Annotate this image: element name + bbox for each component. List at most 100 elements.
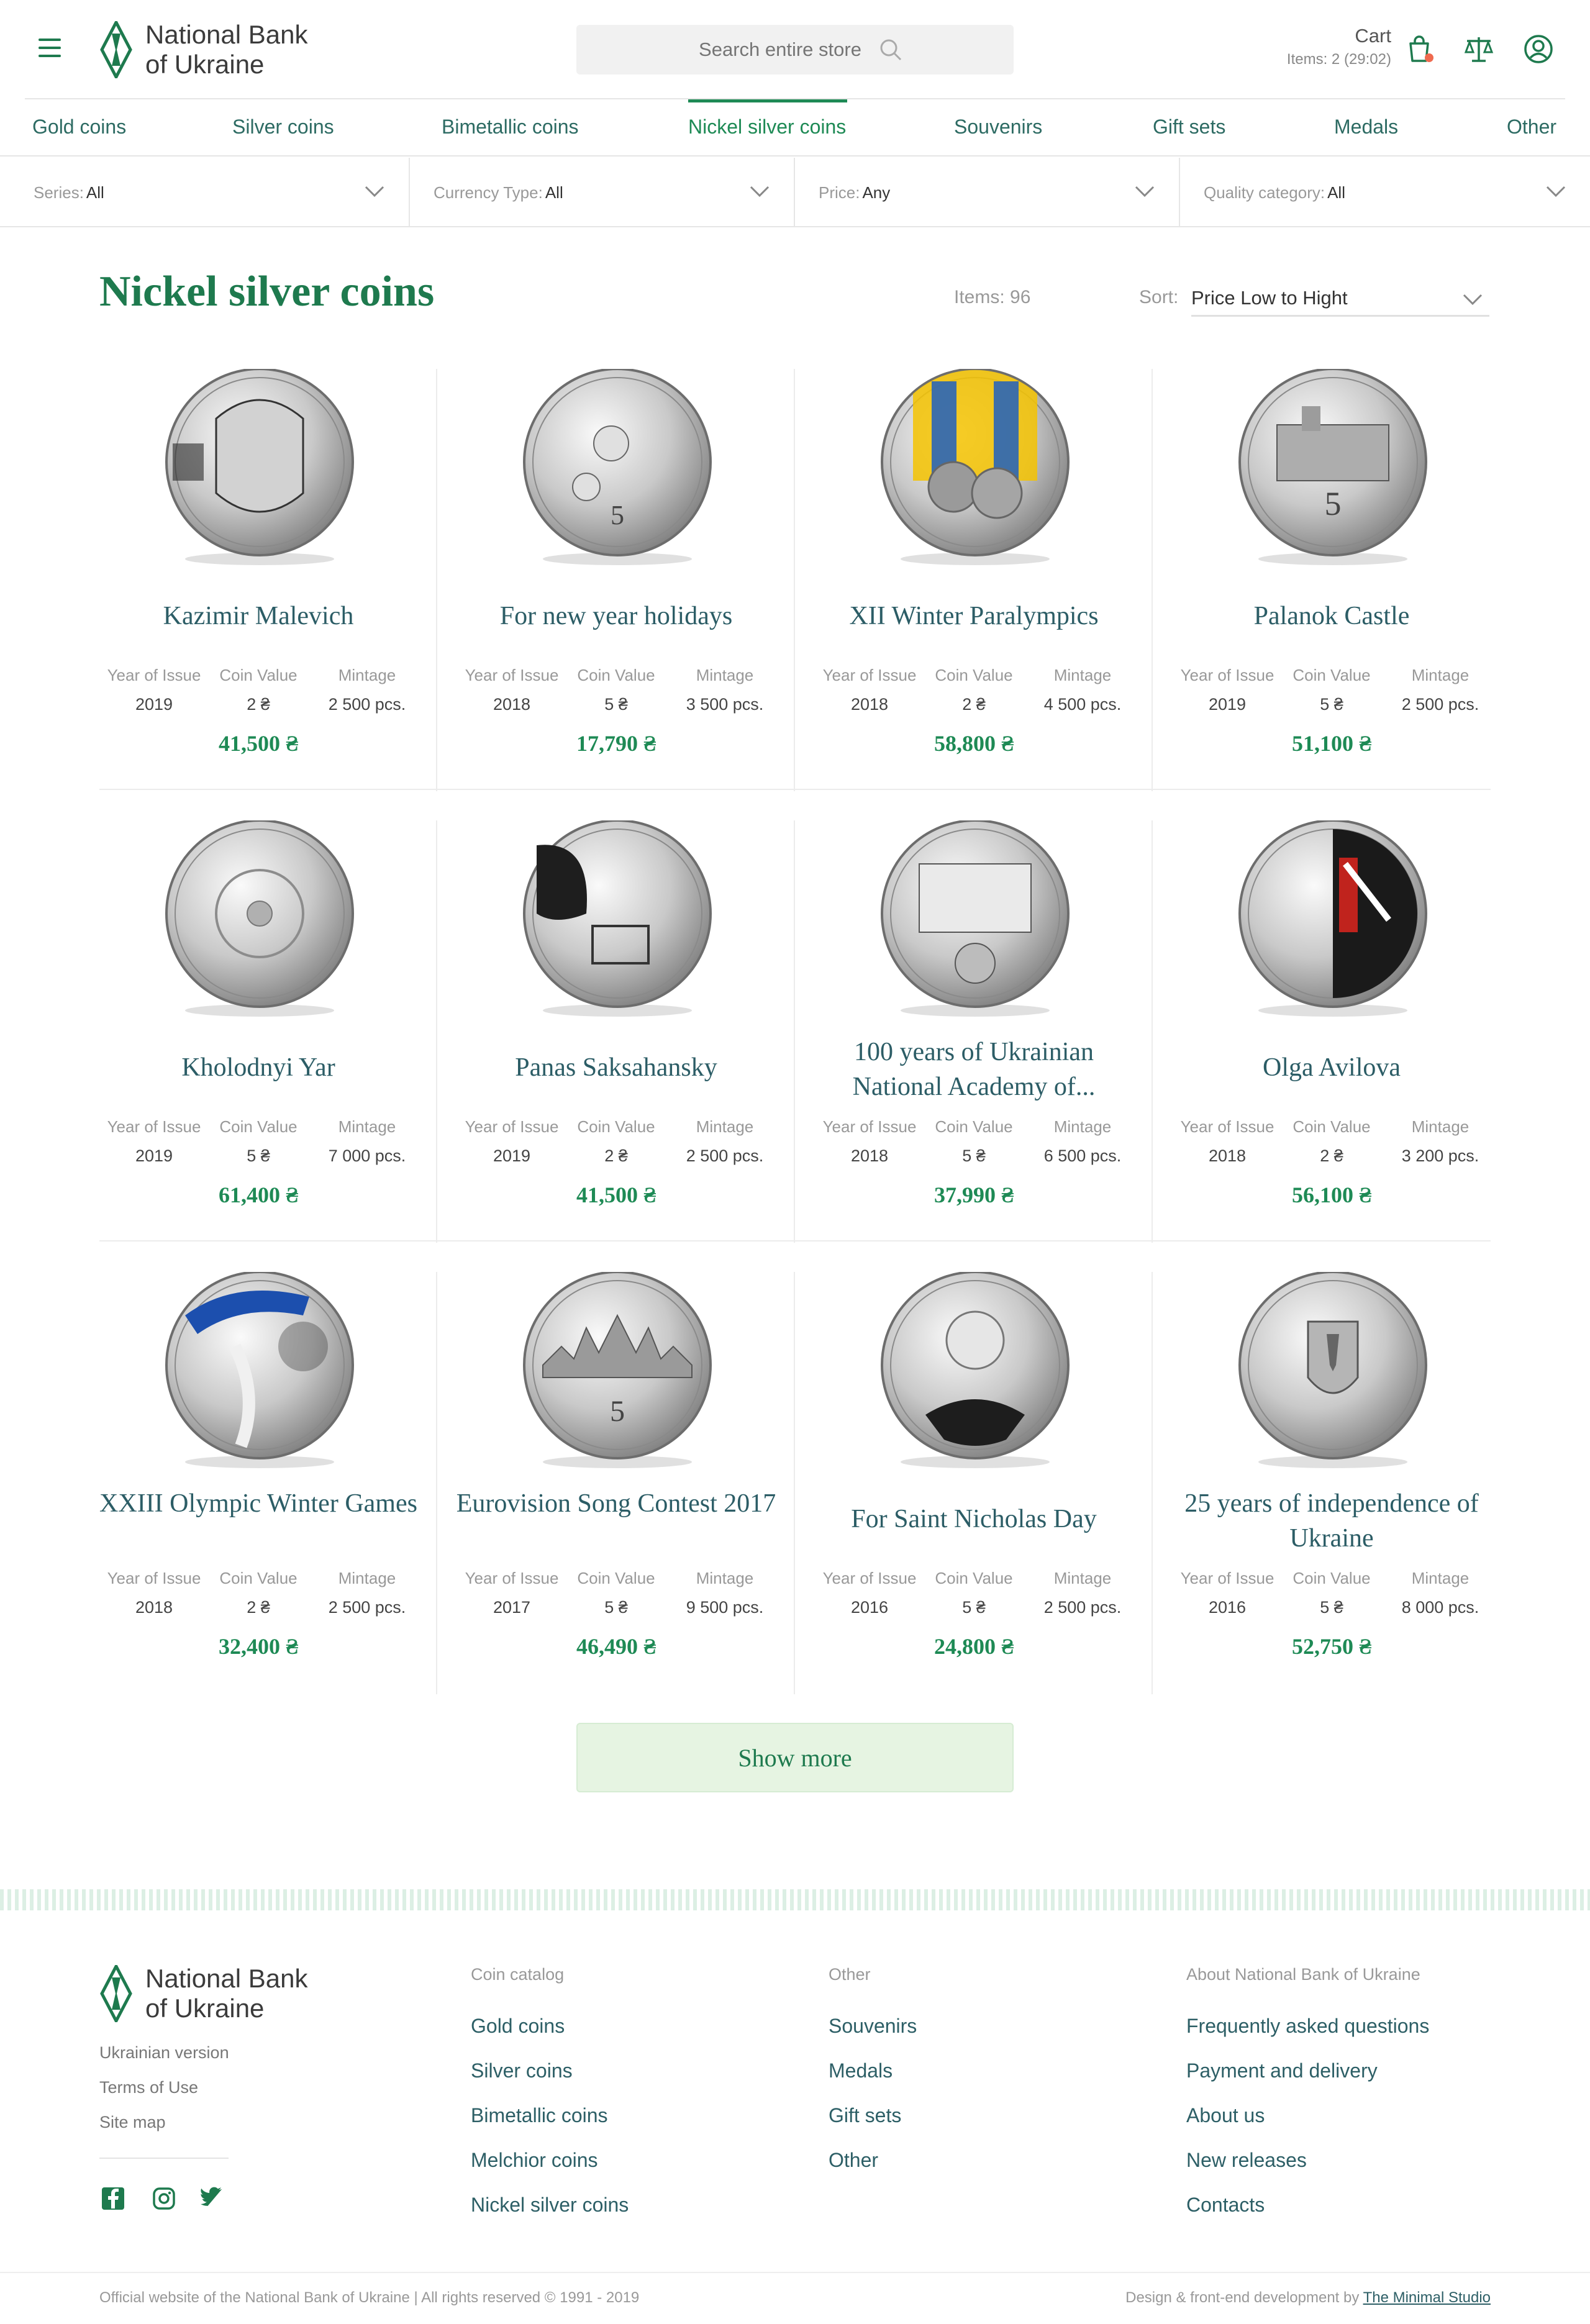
grid-column-divider xyxy=(794,369,795,791)
product-name[interactable]: Olga Avilova xyxy=(1165,1050,1498,1085)
footer-link-silver-coins[interactable]: Silver coins xyxy=(471,2059,573,2082)
footer-link-other[interactable]: Other xyxy=(829,2149,878,2172)
logo[interactable]: National Bank of Ukraine xyxy=(99,20,308,79)
site-map-link[interactable]: Site map xyxy=(99,2113,166,2132)
product-card[interactable]: Panas Saksahansky Year of Issue 2019 Coin V… xyxy=(437,819,795,1272)
product-price: 41,500 ₴ xyxy=(218,731,299,756)
search-icon[interactable] xyxy=(878,37,903,62)
coin-image[interactable] xyxy=(518,819,717,1019)
coin-image[interactable] xyxy=(160,1271,359,1471)
coin-image[interactable] xyxy=(876,819,1074,1019)
footer-link-new-releases[interactable]: New releases xyxy=(1186,2149,1307,2172)
product-name[interactable]: For Saint Nicholas Day xyxy=(807,1502,1140,1536)
account-icon[interactable] xyxy=(1522,32,1555,66)
product-name[interactable]: 100 years of Ukrainian National Academy … xyxy=(807,1035,1140,1104)
currency-type-filter[interactable]: Currency Type: All xyxy=(410,158,795,227)
cart-icon[interactable] xyxy=(1402,32,1436,66)
footer-logo[interactable]: National Bank of Ukraine xyxy=(99,1964,308,2023)
series-filter[interactable]: Series: All xyxy=(0,158,410,227)
product-card[interactable]: XII Winter Paralympics Year of Issue 2018 C… xyxy=(795,368,1153,820)
meta-value: Coin Value 2 ₴ xyxy=(1281,1117,1383,1166)
product-card[interactable]: 5 Palanok Castle Year of Issue 2019 Coin Val… xyxy=(1153,368,1510,820)
grid-row-divider xyxy=(99,789,1491,790)
product-name[interactable]: Eurovision Song Contest 2017 xyxy=(450,1486,783,1521)
product-name[interactable]: For new year holidays xyxy=(450,599,783,633)
footer-link-nickel-silver-coins[interactable]: Nickel silver coins xyxy=(471,2194,629,2217)
coin-image[interactable]: 5 xyxy=(518,368,717,568)
show-more-button[interactable]: Show more xyxy=(576,1723,1014,1792)
tab-other[interactable]: Other xyxy=(1507,116,1556,138)
footer-link-bimetallic-coins[interactable]: Bimetallic coins xyxy=(471,2104,608,2127)
product-name[interactable]: Kazimir Malevich xyxy=(92,599,425,633)
search-input[interactable] xyxy=(687,39,873,61)
tab-bimetallic-coins[interactable]: Bimetallic coins xyxy=(442,116,579,138)
tab-gold-coins[interactable]: Gold coins xyxy=(32,116,126,138)
meta-label: Year of Issue xyxy=(107,1117,201,1136)
footer-link-payment-delivery[interactable]: Payment and delivery xyxy=(1186,2059,1378,2082)
meta-value: Coin Value 5 ₴ xyxy=(1281,1569,1383,1617)
tab-gift-sets[interactable]: Gift sets xyxy=(1153,116,1225,138)
terms-of-use-link[interactable]: Terms of Use xyxy=(99,2078,198,2097)
product-name[interactable]: Palanok Castle xyxy=(1165,599,1498,633)
coin-image[interactable]: 5 xyxy=(1233,368,1432,568)
tab-souvenirs[interactable]: Souvenirs xyxy=(954,116,1042,138)
chevron-down-icon xyxy=(1546,186,1566,197)
product-name[interactable]: Kholodnyi Yar xyxy=(92,1050,425,1085)
filter-label: Series: xyxy=(34,183,84,202)
footer-link-faq[interactable]: Frequently asked questions xyxy=(1186,2015,1429,2038)
facebook-icon[interactable] xyxy=(101,2186,125,2211)
product-card[interactable]: For Saint Nicholas Day Year of Issue 2016 C… xyxy=(795,1271,1153,1723)
coin-image[interactable]: 5 xyxy=(518,1271,717,1471)
cart-summary[interactable]: Cart Items: 2 (29:02) xyxy=(1267,25,1391,68)
compare-icon[interactable] xyxy=(1462,32,1496,66)
search-bar[interactable] xyxy=(576,25,1014,75)
grid-column-divider xyxy=(1152,369,1153,791)
footer-link-medals[interactable]: Medals xyxy=(829,2059,893,2082)
footer-link-gift-sets[interactable]: Gift sets xyxy=(829,2104,901,2127)
tab-medals[interactable]: Medals xyxy=(1334,116,1398,138)
chevron-down-icon xyxy=(1463,294,1483,306)
product-card[interactable]: 100 years of Ukrainian National Academy … xyxy=(795,819,1153,1272)
footer-link-souvenirs[interactable]: Souvenirs xyxy=(829,2015,917,2038)
twitter-icon[interactable] xyxy=(200,2186,225,2211)
sort-label: Sort: xyxy=(1139,287,1179,307)
meta-value: 5 ₴ xyxy=(604,695,628,714)
quality-category-filter[interactable]: Quality category: All xyxy=(1180,158,1590,227)
cart-label[interactable]: Cart xyxy=(1267,25,1391,47)
tab-nickel-silver-coins[interactable]: Nickel silver coins xyxy=(688,116,846,138)
sort-dropdown[interactable]: Price Low to Hight xyxy=(1191,278,1489,317)
menu-icon[interactable] xyxy=(39,39,61,57)
product-card[interactable]: 5 Eurovision Song Contest 2017 Year of Iss… xyxy=(437,1271,795,1723)
product-card[interactable]: 25 years of independence of Ukraine Year … xyxy=(1153,1271,1510,1723)
meta-value: Coin Value 2 ₴ xyxy=(565,1117,667,1166)
footer-link-gold-coins[interactable]: Gold coins xyxy=(471,2015,565,2038)
product-card[interactable]: Kazimir Malevich Year of Issue 2019 Coin Va… xyxy=(80,368,437,820)
meta-value: 2 500 pcs. xyxy=(328,1598,406,1617)
product-name[interactable]: 25 years of independence of Ukraine xyxy=(1165,1486,1498,1556)
studio-link[interactable]: The Minimal Studio xyxy=(1363,2289,1491,2306)
ukrainian-version-link[interactable]: Ukrainian version xyxy=(99,2043,229,2063)
coin-image[interactable] xyxy=(876,1271,1074,1471)
footer-link-contacts[interactable]: Contacts xyxy=(1186,2194,1265,2217)
footer-link-melchior-coins[interactable]: Melchior coins xyxy=(471,2149,598,2172)
footer-link-about-us[interactable]: About us xyxy=(1186,2104,1265,2127)
product-name[interactable]: XXIII Olympic Winter Games xyxy=(92,1486,425,1521)
coin-image[interactable] xyxy=(1233,819,1432,1019)
coin-image[interactable] xyxy=(160,819,359,1019)
product-card[interactable]: Kholodnyi Yar Year of Issue 2019 Coin Value… xyxy=(80,819,437,1272)
tab-silver-coins[interactable]: Silver coins xyxy=(232,116,334,138)
meta-label: Year of Issue xyxy=(465,1569,559,1587)
product-name[interactable]: XII Winter Paralympics xyxy=(807,599,1140,633)
product-name[interactable]: Panas Saksahansky xyxy=(450,1050,783,1085)
coin-image[interactable] xyxy=(876,368,1074,568)
product-card[interactable]: Olga Avilova Year of Issue 2018 Coin Value 2… xyxy=(1153,819,1510,1272)
product-card[interactable]: XXIII Olympic Winter Games Year of Issue 2… xyxy=(80,1271,437,1723)
price-filter[interactable]: Price: Any xyxy=(795,158,1180,227)
product-card[interactable]: 5 For new year holidays Year of Issue 2018 C… xyxy=(437,368,795,820)
instagram-icon[interactable] xyxy=(152,2186,176,2211)
coin-image[interactable] xyxy=(160,368,359,568)
svg-text:5: 5 xyxy=(1325,485,1342,522)
footer-heading-other: Other xyxy=(829,1965,871,1984)
meta-label: Coin Value xyxy=(1292,666,1371,684)
coin-image[interactable] xyxy=(1233,1271,1432,1471)
